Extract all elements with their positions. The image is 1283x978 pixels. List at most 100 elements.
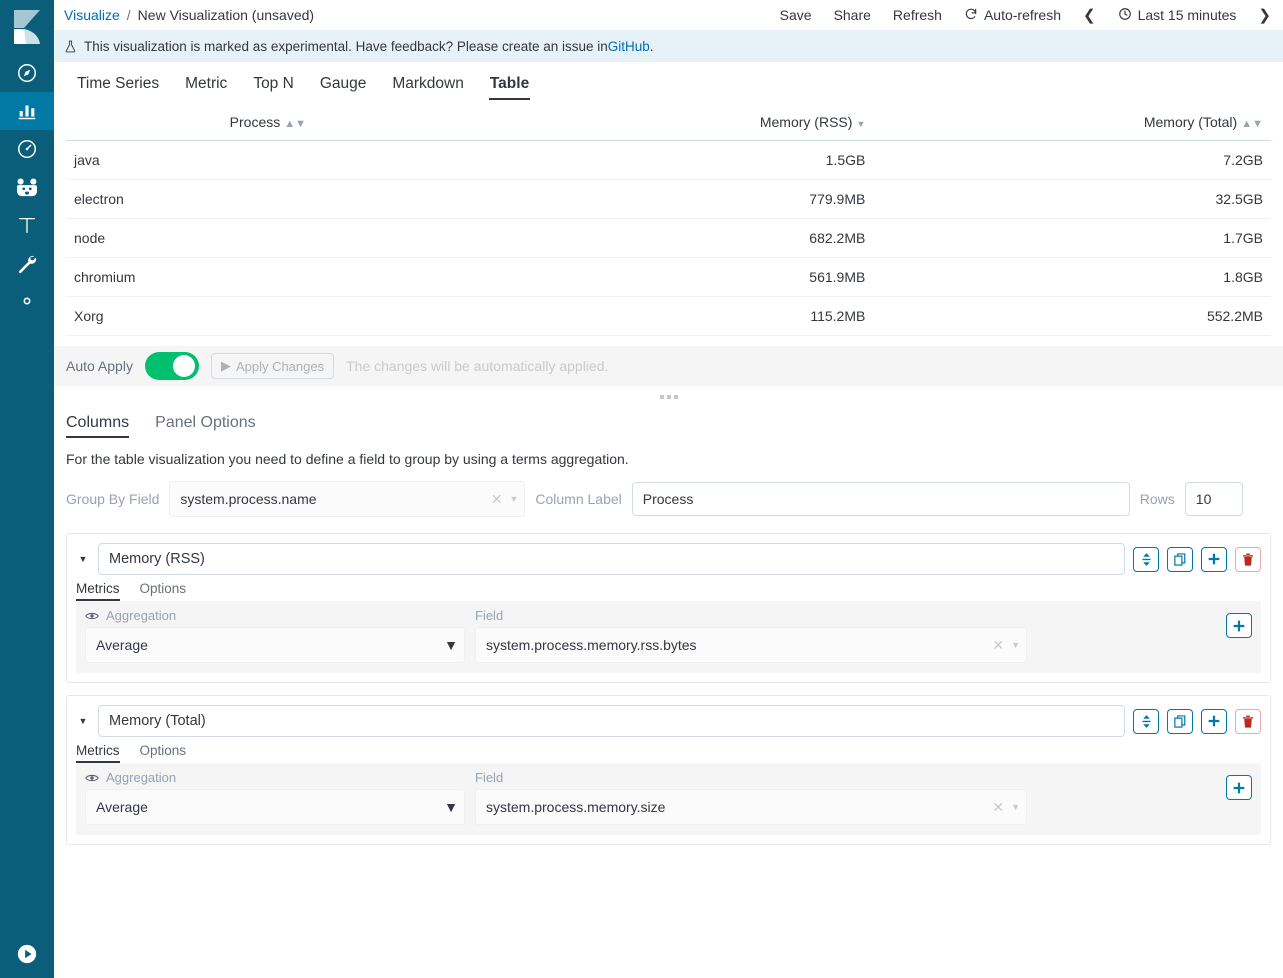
sidebar-item-timelion[interactable] [0, 206, 54, 244]
aggregation-column: Aggregation Average ▼ [85, 608, 465, 663]
github-link[interactable]: GitHub [608, 39, 650, 54]
tab-metrics[interactable]: Metrics [76, 743, 130, 763]
series-label-input[interactable]: Memory (RSS) [98, 543, 1125, 575]
tab-metric[interactable]: Metric [172, 75, 240, 100]
share-button[interactable]: Share [834, 7, 871, 23]
tab-gauge[interactable]: Gauge [307, 75, 380, 100]
panel-resize-handle[interactable] [54, 386, 1283, 408]
add-series-button[interactable] [1201, 547, 1227, 572]
series-panel-memory-total: ▼ Memory (Total) [66, 695, 1271, 845]
delete-series-button[interactable] [1235, 709, 1261, 734]
auto-refresh-button[interactable]: Auto-refresh [964, 7, 1061, 24]
chevron-down-icon[interactable]: ▼ [444, 799, 458, 815]
refresh-button[interactable]: Refresh [893, 7, 942, 23]
sidebar-item-dev-tools[interactable] [0, 244, 54, 282]
group-by-field-label: Group By Field [66, 491, 159, 507]
table-body: java 1.5GB 7.2GB electron 779.9MB 32.5GB… [66, 141, 1271, 336]
tab-markdown[interactable]: Markdown [379, 75, 477, 100]
column-header-memory-rss[interactable]: Memory (RSS)▼ [470, 108, 874, 141]
add-series-button[interactable] [1201, 709, 1227, 734]
column-label-value: Process [643, 491, 694, 507]
reorder-button[interactable] [1133, 709, 1159, 734]
series-tabs: Metrics Options [67, 575, 1270, 601]
sidebar-item-management[interactable] [0, 282, 54, 320]
tab-columns[interactable]: Columns [66, 414, 142, 438]
auto-refresh-label: Auto-refresh [984, 7, 1061, 23]
eye-icon[interactable] [85, 773, 99, 783]
sidebar-item-visualize[interactable] [0, 92, 54, 130]
rows-input[interactable]: 10 [1185, 482, 1243, 516]
chevron-down-icon[interactable]: ▼ [1011, 802, 1020, 812]
column-header-process[interactable]: Process▲▼ [66, 108, 470, 141]
sidebar-collapse-button[interactable] [0, 930, 54, 978]
aggregation-row: Aggregation Average ▼ Field system.proce… [76, 763, 1261, 835]
aggregation-value: Average [96, 637, 444, 653]
clear-icon[interactable]: ✕ [985, 637, 1011, 654]
aggregation-select[interactable]: Average ▼ [85, 789, 465, 825]
save-button[interactable]: Save [780, 7, 812, 23]
apply-changes-button[interactable]: ▶ Apply Changes [211, 353, 334, 379]
time-prev-button[interactable]: ❮ [1083, 6, 1096, 24]
reorder-button[interactable] [1133, 547, 1159, 572]
clear-icon[interactable]: ✕ [985, 799, 1011, 816]
tab-top-n[interactable]: Top N [240, 75, 307, 100]
tab-panel-options[interactable]: Panel Options [142, 414, 269, 438]
tab-metrics[interactable]: Metrics [76, 581, 130, 601]
kibana-logo[interactable] [0, 0, 54, 54]
group-by-field-select[interactable]: system.process.name ✕ ▼ [169, 481, 525, 517]
callout-text-end: . [650, 39, 654, 54]
collapse-series-icon[interactable]: ▼ [76, 554, 90, 564]
cell-process: chromium [66, 258, 470, 297]
delete-series-button[interactable] [1235, 547, 1261, 572]
field-select[interactable]: system.process.memory.size ✕ ▼ [475, 789, 1027, 825]
column-label-input[interactable]: Process [632, 482, 1130, 516]
clone-series-button[interactable] [1167, 547, 1193, 572]
cell-memory-total: 1.8GB [873, 258, 1271, 297]
clear-icon[interactable]: ✕ [484, 491, 510, 508]
tab-table[interactable]: Table [477, 75, 542, 100]
table-row[interactable]: Xorg 115.2MB 552.2MB [66, 297, 1271, 336]
sort-both-icon[interactable]: ▲▼ [284, 118, 306, 130]
cell-process: Xorg [66, 297, 470, 336]
aggregation-label: Aggregation [106, 770, 176, 785]
eye-icon[interactable] [85, 611, 99, 621]
handle-dot [660, 395, 664, 399]
sidebar-item-machine-learning[interactable] [0, 168, 54, 206]
auto-apply-toggle[interactable] [145, 352, 199, 380]
tab-options[interactable]: Options [130, 581, 197, 601]
table-row[interactable]: electron 779.9MB 32.5GB [66, 180, 1271, 219]
handle-dot [674, 395, 678, 399]
collapse-series-icon[interactable]: ▼ [76, 716, 90, 726]
aggregation-value: Average [96, 799, 444, 815]
chevron-down-icon[interactable]: ▼ [509, 494, 518, 504]
cell-memory-total: 1.7GB [873, 219, 1271, 258]
table-row[interactable]: node 682.2MB 1.7GB [66, 219, 1271, 258]
series-label-input[interactable]: Memory (Total) [98, 705, 1125, 737]
series-tabs: Metrics Options [67, 737, 1270, 763]
add-metric-button[interactable] [1226, 775, 1252, 800]
field-select[interactable]: system.process.memory.rss.bytes ✕ ▼ [475, 627, 1027, 663]
time-range-button[interactable]: Last 15 minutes [1118, 7, 1237, 24]
column-header-memory-total[interactable]: Memory (Total)▲▼ [873, 108, 1271, 141]
chevron-down-icon[interactable]: ▼ [444, 637, 458, 653]
auto-apply-label: Auto Apply [66, 358, 133, 374]
sort-both-icon[interactable]: ▲▼ [1241, 118, 1263, 130]
table-row[interactable]: chromium 561.9MB 1.8GB [66, 258, 1271, 297]
table-row[interactable]: java 1.5GB 7.2GB [66, 141, 1271, 180]
callout-text: This visualization is marked as experime… [84, 39, 608, 54]
sidebar-item-discover[interactable] [0, 54, 54, 92]
aggregation-select[interactable]: Average ▼ [85, 627, 465, 663]
sidebar-item-dashboard[interactable] [0, 130, 54, 168]
clone-series-button[interactable] [1167, 709, 1193, 734]
time-next-button[interactable]: ❯ [1258, 6, 1271, 24]
tab-time-series[interactable]: Time Series [64, 75, 172, 100]
field-label: Field [475, 608, 503, 623]
preview-table: Process▲▼ Memory (RSS)▼ Memory (Total)▲▼… [66, 108, 1271, 336]
chevron-down-icon[interactable]: ▼ [1011, 640, 1020, 650]
clock-icon [1118, 7, 1132, 24]
breadcrumb-visualize[interactable]: Visualize [64, 7, 120, 23]
tab-options[interactable]: Options [130, 743, 197, 763]
add-metric-button[interactable] [1226, 613, 1252, 638]
editor-panel: Columns Panel Options For the table visu… [54, 408, 1283, 978]
sort-desc-icon[interactable]: ▼ [856, 119, 865, 129]
